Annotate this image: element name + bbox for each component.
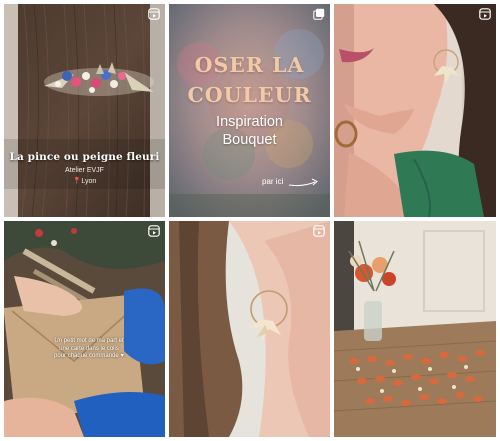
- reel-icon: [148, 225, 160, 237]
- post-caption-overlay: Un petit mot de ma part et une carte dan…: [54, 338, 124, 359]
- post-title: La pince ou peigne fleuri: [9, 151, 160, 163]
- post-subtitle: Atelier EVJF: [65, 167, 104, 174]
- arrow-right-icon: [288, 178, 318, 187]
- envelope-photo: [4, 221, 165, 437]
- post-tile-earring-closeup[interactable]: [169, 221, 330, 437]
- table-photo: [334, 221, 496, 437]
- post-subtitle: Inspiration Bouquet: [216, 114, 283, 148]
- cta-text: par ici: [262, 177, 284, 186]
- post-location: 📍Lyon: [72, 178, 97, 185]
- post-tile-oser-la-couleur[interactable]: OSER LA COULEUR Inspiration Bouquet par …: [169, 4, 330, 217]
- post-tile-bouquet-table[interactable]: [334, 221, 496, 437]
- portrait-photo: [334, 4, 496, 217]
- reel-icon: [313, 225, 325, 237]
- post-grid: La pince ou peigne fleuri Atelier EVJF 📍…: [0, 0, 500, 441]
- post-title: OSER LA COULEUR: [187, 53, 312, 107]
- post-tile-earring-portrait[interactable]: [334, 4, 496, 217]
- earring-photo: [169, 221, 330, 437]
- reel-icon: [148, 8, 160, 20]
- reel-icon: [479, 8, 491, 20]
- multiple-images-icon: [313, 8, 325, 20]
- post-tile-hair-clip[interactable]: La pince ou peigne fleuri Atelier EVJF 📍…: [4, 4, 165, 217]
- hair-photo: [4, 4, 165, 217]
- post-tile-envelope[interactable]: Un petit mot de ma part et une carte dan…: [4, 221, 165, 437]
